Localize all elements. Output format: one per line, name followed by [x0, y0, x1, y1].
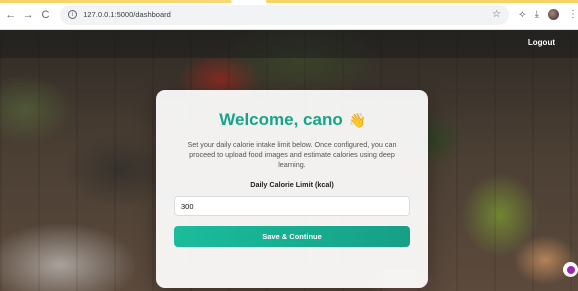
- site-info-icon[interactable]: i: [68, 10, 78, 19]
- floating-assistant-button[interactable]: [563, 262, 578, 277]
- profile-avatar[interactable]: [548, 9, 560, 20]
- save-continue-button[interactable]: Save & Continue: [174, 226, 410, 247]
- welcome-heading: Welcome, cano 👋: [174, 110, 410, 130]
- forward-icon[interactable]: →: [21, 8, 34, 22]
- back-icon[interactable]: ←: [4, 8, 17, 22]
- extensions-icon[interactable]: ⟡: [519, 9, 526, 20]
- browser-chrome: ← → C i 127.0.0.1:5000/dashboard ☆ ⟡ ⤓ ⋮: [0, 0, 578, 30]
- top-navbar: Logout: [0, 30, 578, 58]
- loading-bar: [0, 0, 578, 3]
- welcome-title: Welcome, cano: [219, 110, 343, 129]
- calorie-limit-label: Daily Calorie Limit (kcal): [250, 180, 334, 189]
- reload-icon[interactable]: C: [39, 8, 52, 22]
- waving-hand-icon: 👋: [348, 112, 367, 128]
- calorie-setup-card: Welcome, cano 👋 Set your daily calorie i…: [156, 90, 428, 288]
- download-icon[interactable]: ⤓: [535, 9, 539, 20]
- setup-description: Set your daily calorie intake limit belo…: [187, 140, 397, 169]
- calorie-limit-input[interactable]: [174, 196, 410, 216]
- url-text: 127.0.0.1:5000/dashboard: [83, 10, 171, 19]
- bookmark-star-icon[interactable]: ☆: [492, 9, 501, 20]
- logout-button[interactable]: Logout: [528, 38, 555, 47]
- dashboard-page: Logout Welcome, cano 👋 Set your daily ca…: [0, 30, 578, 291]
- browser-toolbar: ⟡ ⤓ ⋮: [519, 9, 578, 20]
- browser-menu-icon[interactable]: ⋮: [568, 9, 578, 20]
- address-bar[interactable]: i 127.0.0.1:5000/dashboard ☆: [60, 4, 509, 25]
- assistant-icon: [566, 265, 575, 274]
